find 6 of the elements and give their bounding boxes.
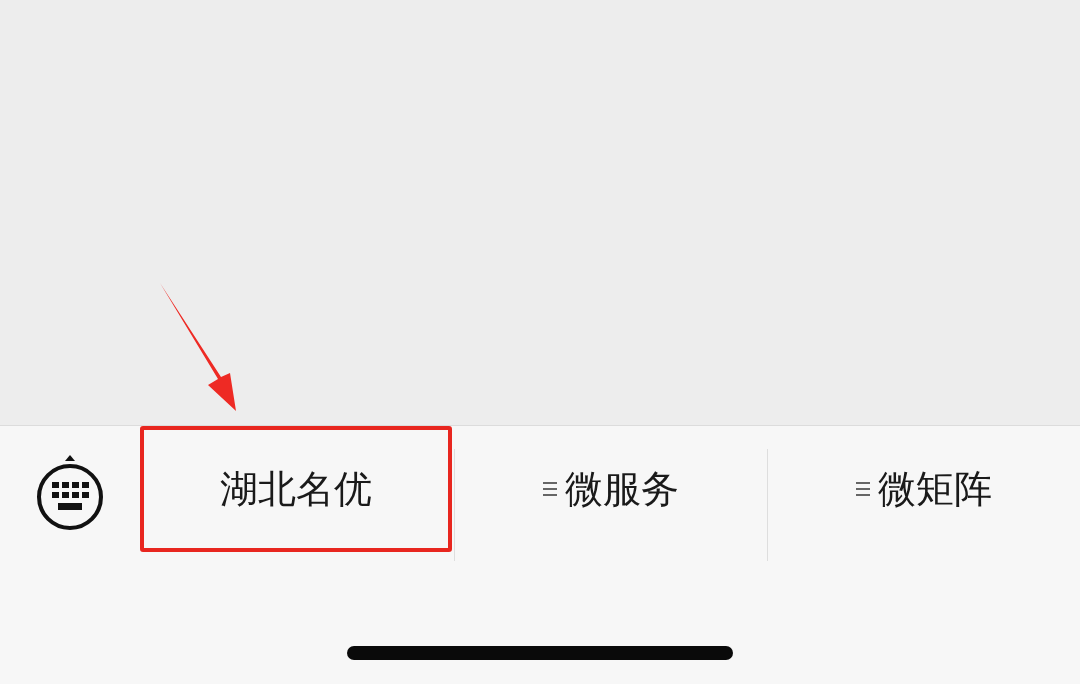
- menu-icon: [543, 481, 557, 497]
- menu-item[interactable]: 微服务: [455, 426, 767, 552]
- menu-icon: [856, 481, 870, 497]
- menu-item[interactable]: 湖北名优: [140, 426, 452, 552]
- menu-item[interactable]: 微矩阵: [768, 426, 1080, 552]
- keyboard-icon[interactable]: [35, 453, 105, 531]
